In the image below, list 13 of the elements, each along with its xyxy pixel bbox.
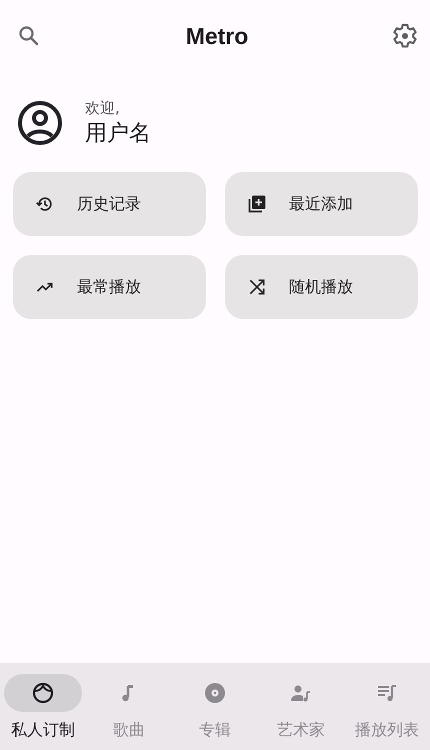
add-to-library-icon xyxy=(247,194,267,214)
face-icon xyxy=(31,681,55,705)
shortcut-button[interactable]: 历史记录 xyxy=(13,172,206,236)
disc-icon xyxy=(203,681,227,705)
nav-tab[interactable]: 私人订制 xyxy=(0,663,86,750)
welcome-text: 欢迎, xyxy=(85,98,121,118)
username-text: 用户名 xyxy=(85,120,151,148)
app-title: Metro xyxy=(186,22,248,50)
user-avatar-icon xyxy=(17,100,63,146)
shortcut-button[interactable]: 最常播放 xyxy=(13,255,206,319)
shuffle-icon xyxy=(247,277,267,297)
shortcut-button[interactable]: 随机播放 xyxy=(225,255,418,319)
shortcut-button[interactable]: 最近添加 xyxy=(225,172,418,236)
